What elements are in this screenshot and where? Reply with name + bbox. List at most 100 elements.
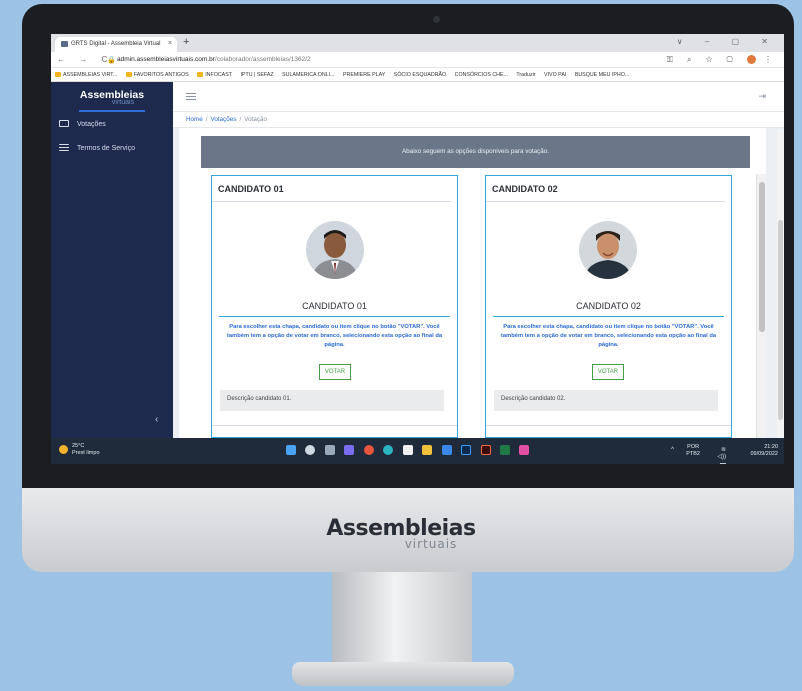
folder-icon bbox=[55, 72, 61, 77]
excel-icon[interactable] bbox=[499, 445, 510, 455]
bookmark-item[interactable]: CONSÓRCIOS CHE... bbox=[455, 72, 508, 78]
divider bbox=[219, 316, 450, 317]
instagram-icon[interactable] bbox=[519, 445, 530, 455]
candidate-name: CANDIDATO 01 bbox=[302, 301, 367, 311]
tab-title: GRTS Digital - Assembleia Virtual bbox=[71, 41, 161, 47]
sidebar-item-label: Termos de Serviço bbox=[77, 145, 135, 152]
vote-instructions: Para escolher esta chapa, candidato ou i… bbox=[226, 324, 443, 348]
logout-icon[interactable]: ⇥ bbox=[758, 91, 766, 102]
folder-icon[interactable] bbox=[422, 445, 433, 455]
card-title: CANDIDATO 01 bbox=[212, 176, 451, 202]
taskbar-apps bbox=[286, 445, 534, 457]
candidate-photo bbox=[306, 221, 364, 279]
tray-expand-icon[interactable]: ^ bbox=[671, 447, 674, 454]
tab-close-icon[interactable]: × bbox=[168, 40, 172, 47]
candidate-card: CANDIDATO 02 CANDIDATO 02 Para escolher … bbox=[485, 175, 732, 438]
chevron-left-icon[interactable]: ‹ bbox=[155, 414, 158, 425]
monitor-base bbox=[292, 662, 514, 686]
nav-controls[interactable]: ← → C bbox=[57, 55, 113, 64]
info-banner: Abaixo seguem as opções disponíveis para… bbox=[201, 136, 750, 168]
scrollbar-thumb[interactable] bbox=[759, 182, 765, 332]
bookmark-item[interactable]: ASSEMBLEIAS VIRT... bbox=[55, 72, 117, 78]
mail-icon[interactable] bbox=[441, 445, 452, 455]
content-panel: Abaixo seguem as opções disponíveis para… bbox=[179, 128, 766, 438]
browser-tab[interactable]: GRTS Digital - Assembleia Virtual × bbox=[55, 37, 177, 52]
url-host: admin.assembleiasvirtuais.com.br bbox=[117, 56, 215, 63]
bookmark-item[interactable]: Traduzir bbox=[516, 72, 535, 78]
app: Assembleias virtuais Votações Termos de … bbox=[51, 82, 784, 464]
bookmark-item[interactable]: VIVO PAI bbox=[544, 72, 566, 78]
scrollbar-thumb[interactable] bbox=[778, 220, 783, 420]
new-tab-button[interactable]: + bbox=[183, 36, 189, 48]
sidebar-logo[interactable]: Assembleias virtuais bbox=[79, 82, 145, 112]
candidate-description: Descrição candidato 02. bbox=[494, 390, 718, 411]
browser-tabbar: GRTS Digital - Assembleia Virtual × + ∨ … bbox=[51, 34, 784, 52]
monitor-stand bbox=[332, 572, 472, 672]
content-scrollbar[interactable] bbox=[756, 174, 766, 438]
divider bbox=[212, 425, 457, 426]
browser-actions[interactable]: ⚿ ⌕ ☆ ▢ ⋮ bbox=[667, 55, 778, 65]
clock-date[interactable]: 09/09/2022 bbox=[750, 451, 778, 457]
photoshop-icon[interactable] bbox=[461, 445, 472, 455]
bookmark-item[interactable]: SÓCIO ESQUADRÃO bbox=[394, 72, 446, 78]
system-tray: ^ POR PTB2 ≋ ◁)) ▬ 21:20 09/09/2022 bbox=[671, 444, 778, 464]
folder-icon bbox=[197, 72, 204, 77]
taskbar: 25°C Prest limpo ^ POR PTB2 ≋ ◁)) ▬ 21:20… bbox=[51, 438, 784, 464]
lock-icon: 🔒 bbox=[107, 57, 116, 64]
candidate-name: CANDIDATO 02 bbox=[576, 301, 641, 311]
search-icon[interactable] bbox=[305, 445, 316, 455]
breadcrumb-current: Votação bbox=[244, 116, 267, 123]
windows-start-icon[interactable] bbox=[286, 445, 296, 455]
screen: GRTS Digital - Assembleia Virtual × + ∨ … bbox=[51, 34, 784, 464]
illustrator-icon[interactable] bbox=[480, 445, 491, 455]
chrome-icon[interactable] bbox=[363, 445, 374, 455]
breadcrumb-votacoes[interactable]: Votações bbox=[211, 116, 237, 123]
vote-button[interactable]: VOTAR bbox=[319, 364, 351, 380]
bookmark-item[interactable]: SULAMERICA ONLI... bbox=[282, 72, 334, 78]
vote-button[interactable]: VOTAR bbox=[592, 364, 624, 380]
network-volume-icon[interactable]: ≋ ◁)) ▬ bbox=[717, 447, 726, 464]
hamburger-icon[interactable] bbox=[186, 93, 196, 100]
store-icon[interactable] bbox=[402, 445, 413, 455]
bookmark-item[interactable]: INFOCAST bbox=[197, 72, 232, 78]
profile-avatar[interactable] bbox=[746, 55, 756, 65]
bookmark-item[interactable]: IPTU | SEFAZ bbox=[240, 72, 273, 78]
sidebar-item-termos[interactable]: Termos de Serviço bbox=[51, 136, 173, 160]
bookmark-item[interactable]: FAVORITOS ANTIGOS bbox=[125, 72, 189, 78]
task-view-icon[interactable] bbox=[324, 445, 335, 455]
vote-instructions: Para escolher esta chapa, candidato ou i… bbox=[500, 324, 717, 348]
candidate-photo bbox=[579, 221, 637, 279]
breadcrumb-home[interactable]: Home bbox=[186, 116, 203, 123]
sidebar-item-label: Votações bbox=[77, 121, 106, 128]
sidebar: Assembleias virtuais Votações Termos de … bbox=[51, 82, 173, 438]
bookmark-item[interactable]: PREMIERE PLAY bbox=[343, 72, 385, 78]
weather-icon bbox=[59, 445, 68, 454]
clock-time[interactable]: 21:20 bbox=[764, 444, 778, 450]
window-controls[interactable]: ∨ – ▢ ✕ bbox=[677, 37, 778, 46]
card-title: CANDIDATO 02 bbox=[486, 176, 725, 202]
bookmarks-bar: ASSEMBLEIAS VIRT... FAVORITOS ANTIGOS IN… bbox=[51, 68, 784, 82]
browser-toolbar: ← → C 🔒 admin.assembleiasvirtuais.com.br… bbox=[51, 52, 784, 68]
address-bar[interactable]: 🔒 admin.assembleiasvirtuais.com.br/colab… bbox=[107, 54, 667, 66]
camera-icon bbox=[433, 16, 440, 23]
candidate-description: Descrição candidato 01. bbox=[220, 390, 444, 411]
weather-widget[interactable]: 25°C Prest limpo bbox=[59, 443, 100, 457]
monitor-icon bbox=[59, 120, 69, 127]
language-indicator[interactable]: POR PTB2 bbox=[686, 444, 700, 458]
bookmark-item[interactable]: BUSQUE MEU IPHO... bbox=[575, 72, 629, 78]
main-area: ⇥ Home / Votações / Votação Abaixo seguem as… bbox=[173, 82, 784, 438]
chat-icon[interactable] bbox=[344, 445, 355, 455]
url-path: /colaborador/assembleias/1362/2 bbox=[214, 56, 311, 63]
candidate-card: CANDIDATO 01 CANDIDATO 01 Para escolher … bbox=[211, 175, 458, 438]
monitor-logo: Assembleias virtuais bbox=[0, 516, 802, 551]
divider bbox=[486, 425, 731, 426]
folder-icon bbox=[125, 72, 132, 77]
list-icon bbox=[59, 144, 69, 151]
edge-icon[interactable] bbox=[383, 445, 394, 455]
topbar: ⇥ bbox=[173, 82, 784, 112]
tab-favicon-icon bbox=[61, 41, 68, 47]
breadcrumb: Home / Votações / Votação bbox=[173, 112, 784, 128]
divider bbox=[493, 316, 724, 317]
page-scrollbar[interactable] bbox=[777, 130, 784, 464]
sidebar-item-votacoes[interactable]: Votações bbox=[51, 112, 173, 136]
